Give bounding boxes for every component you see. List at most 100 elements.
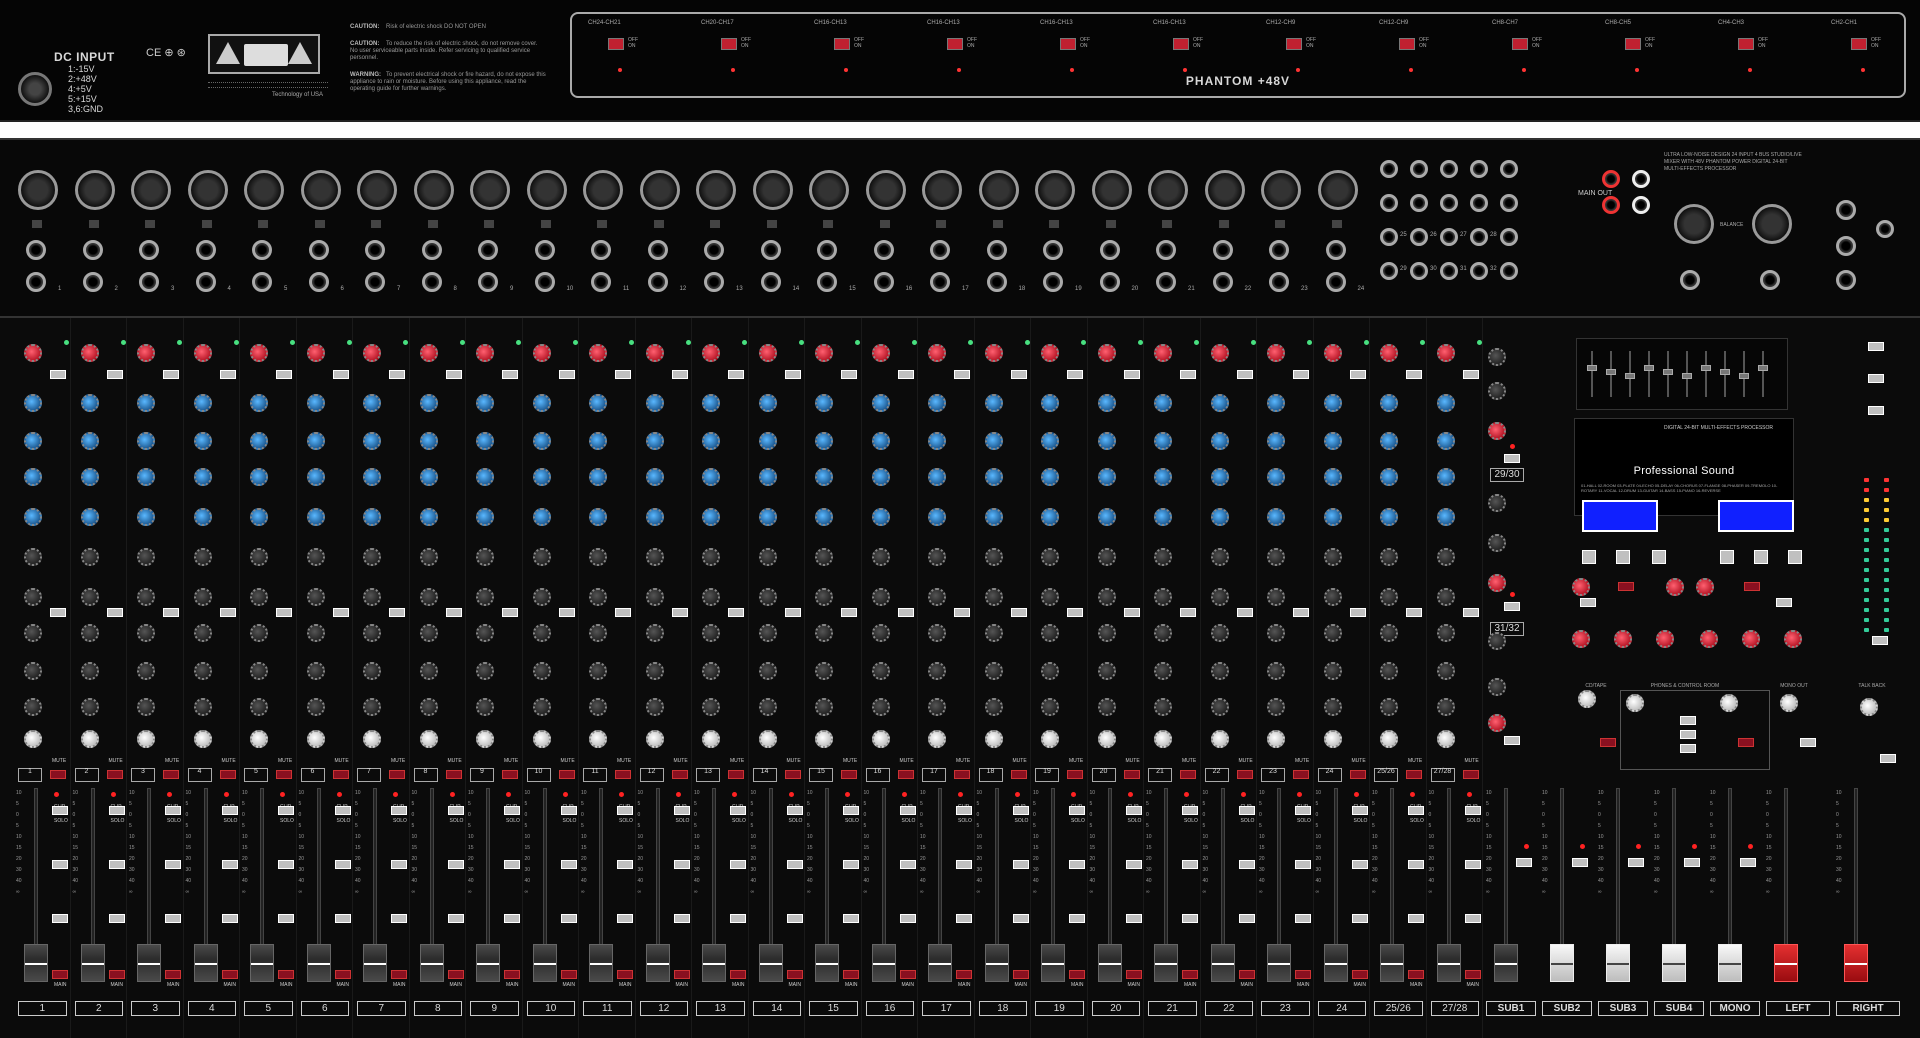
main-assign-button[interactable]: [447, 970, 464, 979]
eq-freq-knob[interactable]: [1436, 508, 1455, 526]
aux2-knob[interactable]: [1323, 624, 1342, 642]
channel-fader[interactable]: [1267, 944, 1291, 982]
channel-fader[interactable]: [645, 944, 670, 982]
eq-band-slider[interactable]: [1663, 369, 1673, 375]
fx1-knob[interactable]: [1323, 662, 1342, 680]
talk-back-button[interactable]: [1880, 754, 1896, 763]
stereo-return-knob[interactable]: [1488, 348, 1506, 366]
bus-assign-button[interactable]: [1516, 858, 1532, 867]
mute-button[interactable]: [50, 770, 66, 779]
main-assign-button[interactable]: [334, 970, 351, 979]
pre-post-button[interactable]: [106, 608, 123, 617]
mute-button[interactable]: [502, 770, 518, 779]
eq-mid-knob[interactable]: [702, 468, 720, 486]
eq-mid-knob[interactable]: [363, 468, 381, 486]
bus-3-4-button[interactable]: [391, 914, 407, 923]
eq-low-knob[interactable]: [1436, 548, 1455, 566]
bus-1-2-button[interactable]: [1295, 860, 1311, 869]
rca-output-white[interactable]: [1632, 196, 1650, 214]
gain-knob[interactable]: [589, 344, 607, 362]
mic-xlr-input[interactable]: [526, 170, 567, 210]
eq-mid-knob[interactable]: [532, 468, 551, 486]
mute-button[interactable]: [1462, 770, 1479, 779]
channel-fader[interactable]: [476, 944, 500, 982]
fx2-knob[interactable]: [137, 698, 155, 716]
insert-jack[interactable]: [1269, 272, 1289, 292]
bus-fader[interactable]: [1494, 944, 1518, 982]
solo-button[interactable]: [617, 806, 633, 815]
insert-jack[interactable]: [1212, 272, 1233, 292]
comp-knob[interactable]: [193, 394, 212, 412]
eq-freq-knob[interactable]: [24, 508, 42, 526]
stereo-io-jack[interactable]: [1470, 262, 1488, 280]
channel-fader[interactable]: [984, 944, 1009, 982]
eq-mid-knob[interactable]: [928, 468, 946, 486]
main-assign-button[interactable]: [843, 970, 859, 979]
line-input-jack[interactable]: [421, 240, 442, 260]
bus-3-4-button[interactable]: [221, 914, 238, 923]
fx1-knob[interactable]: [250, 662, 268, 680]
bus-3-4-button[interactable]: [1012, 914, 1029, 923]
fx2-knob[interactable]: [363, 698, 381, 716]
aux2-knob[interactable]: [815, 624, 833, 642]
channel-fader[interactable]: [363, 944, 387, 982]
mic-xlr-input[interactable]: [74, 170, 115, 210]
solo-button[interactable]: [391, 806, 407, 815]
fx1-knob[interactable]: [476, 662, 494, 680]
eq-freq-knob[interactable]: [476, 508, 494, 526]
eq-low-knob[interactable]: [1267, 548, 1285, 566]
eq-high-knob[interactable]: [758, 432, 777, 450]
eq-mid-knob[interactable]: [1267, 468, 1285, 486]
bus-3-4-button[interactable]: [278, 914, 294, 923]
fx1-knob[interactable]: [702, 662, 720, 680]
mic-xlr-input[interactable]: [1148, 170, 1188, 210]
gain-knob[interactable]: [1097, 344, 1116, 362]
bus-3-4-button[interactable]: [504, 914, 520, 923]
fx2-knob[interactable]: [645, 698, 664, 716]
pan-knob[interactable]: [1097, 730, 1116, 748]
main-assign-button[interactable]: [673, 970, 690, 979]
fx1-knob[interactable]: [1380, 662, 1398, 680]
comp-knob[interactable]: [984, 394, 1003, 412]
main-out-right-xlr[interactable]: [1752, 204, 1792, 244]
main-assign-button[interactable]: [617, 970, 633, 979]
low-cut-button[interactable]: [1462, 370, 1479, 379]
gain-knob[interactable]: [1323, 344, 1342, 362]
line-input-jack[interactable]: [1156, 240, 1176, 260]
phones-src-b-button[interactable]: [1680, 730, 1696, 739]
eq-mid-knob[interactable]: [815, 468, 833, 486]
insert-jack[interactable]: [534, 272, 555, 292]
fx1-knob[interactable]: [419, 662, 438, 680]
eq-band-slider[interactable]: [1644, 365, 1654, 371]
main-assign-button[interactable]: [1351, 970, 1368, 979]
phantom-toggle-switch[interactable]: [1060, 38, 1076, 50]
pan-knob[interactable]: [80, 730, 99, 748]
eq-mid-knob[interactable]: [137, 468, 155, 486]
mic-xlr-input[interactable]: [1261, 170, 1301, 210]
eq-freq-knob[interactable]: [758, 508, 777, 526]
eq-low-knob[interactable]: [80, 548, 99, 566]
jack-input[interactable]: [1836, 236, 1856, 256]
insert-jack[interactable]: [647, 272, 668, 292]
pre-post-button[interactable]: [558, 608, 575, 617]
bus-3-4-button[interactable]: [843, 914, 859, 923]
aux2-knob[interactable]: [137, 624, 155, 642]
channel-fader[interactable]: [1323, 944, 1348, 982]
pre-post-button[interactable]: [389, 608, 405, 617]
line-input-jack[interactable]: [82, 240, 103, 260]
gain-knob[interactable]: [871, 344, 890, 362]
aux2-knob[interactable]: [24, 624, 42, 642]
eq-band-slider[interactable]: [1625, 373, 1635, 379]
fx1-knob[interactable]: [589, 662, 607, 680]
aux2-knob[interactable]: [1267, 624, 1285, 642]
fx1-knob[interactable]: [645, 662, 664, 680]
channel-fader[interactable]: [758, 944, 783, 982]
insert-jack[interactable]: [873, 272, 894, 292]
solo-button[interactable]: [108, 806, 125, 815]
low-cut-button[interactable]: [445, 370, 462, 379]
eq-band-slider[interactable]: [1720, 369, 1730, 375]
pre-post-button[interactable]: [1236, 608, 1253, 617]
eq-mid-knob[interactable]: [1380, 468, 1398, 486]
aux2-knob[interactable]: [702, 624, 720, 642]
eq-low-knob[interactable]: [589, 548, 607, 566]
